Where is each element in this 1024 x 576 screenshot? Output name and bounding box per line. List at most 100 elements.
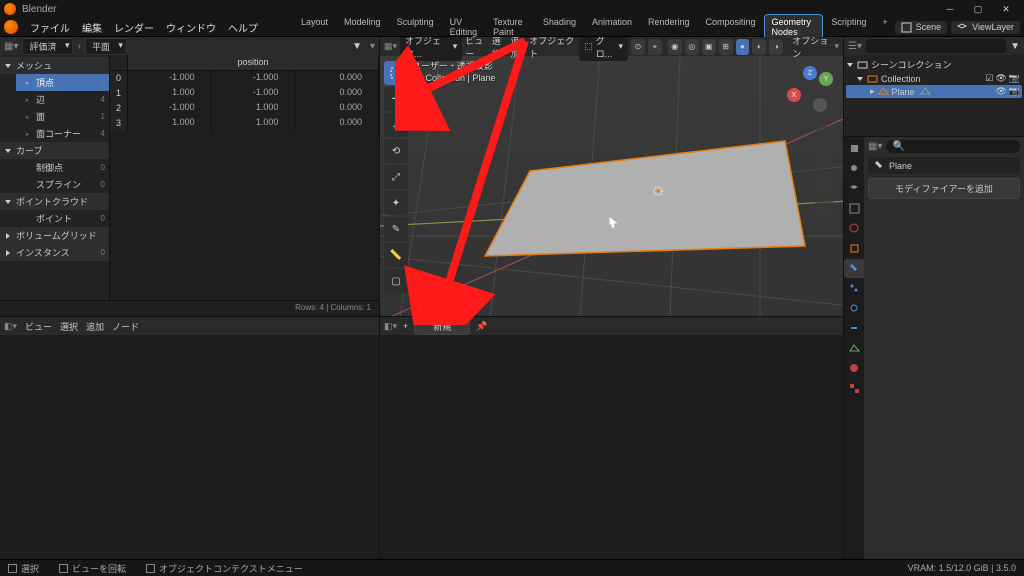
vp-menu-object[interactable]: オブジェクト [529, 37, 576, 60]
workspace-tab-layout[interactable]: Layout [294, 15, 335, 39]
exclude-toggle[interactable]: ☑ [985, 73, 993, 84]
domain-頂点[interactable]: ◦頂点4 [16, 74, 109, 91]
scale-tool[interactable]: ⤢ [384, 165, 408, 189]
table-row[interactable]: 31.0001.0000.000 [110, 116, 379, 131]
domain-group-ポイントクラウド[interactable]: ポイントクラウド [0, 193, 109, 210]
workspace-tab-uv-editing[interactable]: UV Editing [443, 15, 485, 39]
tab-texture[interactable] [844, 379, 864, 398]
menu-render[interactable]: レンダー [108, 20, 160, 35]
domain-スプライン[interactable]: スプライン0 [16, 176, 109, 193]
node-canvas[interactable] [0, 335, 379, 559]
3d-viewport[interactable]: ▦▾ オブジェク...▾ ビュー 選択 追加 オブジェクト ⬚ グロ...▾ ⊙… [380, 37, 843, 317]
editor-type-icon[interactable]: ▦▾ [868, 141, 882, 152]
disable-toggle[interactable]: 📷 [1009, 73, 1020, 84]
node-menu-select[interactable]: 選択 [60, 320, 78, 333]
table-row[interactable]: 2-1.0001.0000.000 [110, 101, 379, 116]
new-nodetree-button[interactable]: 新規 [414, 318, 470, 335]
geonode-canvas[interactable] [380, 335, 843, 559]
tab-render[interactable] [844, 139, 864, 158]
tab-material[interactable] [844, 359, 864, 378]
workspace-tab-animation[interactable]: Animation [585, 15, 639, 39]
vp-menu-add[interactable]: 追加 [511, 37, 527, 60]
editor-type-icon[interactable]: ☰▾ [848, 41, 862, 52]
persp-icon[interactable] [815, 198, 833, 216]
menu-help[interactable]: ヘルプ [222, 20, 264, 35]
add-modifier-button[interactable]: モディファイアーを追加 [868, 178, 1020, 199]
outliner-object-plane[interactable]: ▸ Plane 👁📷 [846, 85, 1022, 98]
tab-object[interactable] [844, 239, 864, 258]
pin-icon[interactable]: 📌 [476, 321, 487, 332]
domain-ポイント[interactable]: ポイント0 [16, 210, 109, 227]
disable-toggle[interactable]: 📷 [1009, 86, 1020, 97]
tab-physics[interactable] [844, 299, 864, 318]
menu-window[interactable]: ウィンドウ [160, 20, 222, 35]
matprev-shading-icon[interactable]: ◐ [752, 39, 766, 55]
column-header-position[interactable]: position [128, 55, 379, 70]
outliner-search[interactable] [866, 39, 1006, 53]
tab-constraints[interactable] [844, 319, 864, 338]
maximize-button[interactable]: ▢ [964, 0, 992, 18]
nav-gizmo[interactable]: X Y Z [787, 66, 833, 112]
pivot-icon[interactable]: ⊙ [631, 39, 645, 55]
object-pill[interactable]: 平面 ▾ [85, 38, 127, 55]
camera-icon[interactable] [815, 174, 833, 192]
xray-icon[interactable]: ▣ [702, 39, 716, 55]
annotate-tool[interactable]: ✎ [384, 217, 408, 241]
table-row[interactable]: 11.000-1.0000.000 [110, 86, 379, 101]
workspace-tab-compositing[interactable]: Compositing [699, 15, 763, 39]
add-cube-tool[interactable]: ▢ [384, 269, 408, 293]
zoom-icon[interactable] [815, 126, 833, 144]
vp-menu-select[interactable]: 選択 [492, 37, 508, 60]
workspace-tab-geometry-nodes[interactable]: Geometry Nodes [765, 15, 823, 39]
editor-type-icon[interactable]: ▦▾ [384, 41, 397, 52]
tab-data[interactable] [844, 339, 864, 358]
tab-scene[interactable] [844, 199, 864, 218]
workspace-tab-shading[interactable]: Shading [536, 15, 583, 39]
mode-selector[interactable]: オブジェク...▾ [400, 37, 462, 61]
minimize-button[interactable]: ─ [936, 0, 964, 18]
workspace-tab-sculpting[interactable]: Sculpting [390, 15, 441, 39]
transform-orientation[interactable]: ⬚ グロ...▾ [579, 37, 628, 61]
snap-icon[interactable]: ⌖ [648, 39, 662, 55]
domain-mesh[interactable]: メッシュ [0, 57, 109, 74]
new-nodetree-plus[interactable]: + [403, 321, 408, 331]
scene-selector[interactable]: Scene [895, 21, 948, 34]
tab-output[interactable] [844, 159, 864, 178]
domain-面コーナー[interactable]: ◦面コーナー4 [16, 125, 109, 142]
eval-state-pill[interactable]: 評価済 ▾ [22, 38, 73, 55]
node-menu-node[interactable]: ノード [112, 320, 139, 333]
editor-type-icon[interactable]: ▦▾ [4, 41, 18, 52]
workspace-tab-texture-paint[interactable]: Texture Paint [486, 15, 534, 39]
property-object-name[interactable]: Plane [868, 157, 1020, 174]
measure-tool[interactable]: 📏 [384, 243, 408, 267]
cursor-tool[interactable]: ✛ [384, 87, 408, 111]
outliner-scene-collection[interactable]: シーンコレクション [846, 57, 1022, 72]
node-menu-add[interactable]: 追加 [86, 320, 104, 333]
rotate-tool[interactable]: ⟲ [384, 139, 408, 163]
hide-toggle[interactable]: 👁 [995, 73, 1006, 84]
node-menu-view[interactable]: ビュー [25, 320, 52, 333]
transform-tool[interactable]: ✦ [384, 191, 408, 215]
wireframe-shading-icon[interactable]: ⊞ [719, 39, 733, 55]
filter-icon[interactable]: ▼ [352, 41, 362, 52]
editor-type-icon[interactable]: ◧▾ [4, 321, 17, 332]
tab-world[interactable] [844, 219, 864, 238]
workspace-tab-modeling[interactable]: Modeling [337, 15, 388, 39]
domain-面[interactable]: ◦面1 [16, 108, 109, 125]
domain-制御点[interactable]: 制御点0 [16, 159, 109, 176]
filter-icon[interactable]: ▼ [1010, 41, 1020, 52]
domain-group-インスタンス[interactable]: インスタンス0 [0, 244, 109, 261]
gizmo-toggle-icon[interactable]: ◉ [668, 39, 682, 55]
move-tool[interactable]: ↔ [384, 113, 408, 137]
overlay-toggle-icon[interactable]: ◎ [685, 39, 699, 55]
rendered-shading-icon[interactable]: ◑ [769, 39, 783, 55]
workspace-tab-scripting[interactable]: Scripting [824, 15, 873, 39]
solid-shading-icon[interactable]: ● [736, 39, 750, 55]
close-button[interactable]: ✕ [992, 0, 1020, 18]
viewlayer-selector[interactable]: ViewLayer [951, 21, 1020, 34]
hide-toggle[interactable]: 👁 [995, 86, 1006, 97]
domain-group-カーブ[interactable]: カーブ [0, 142, 109, 159]
tab-particles[interactable] [844, 279, 864, 298]
viewport-options[interactable]: オプション [792, 37, 831, 60]
vp-menu-view[interactable]: ビュー [465, 37, 489, 60]
